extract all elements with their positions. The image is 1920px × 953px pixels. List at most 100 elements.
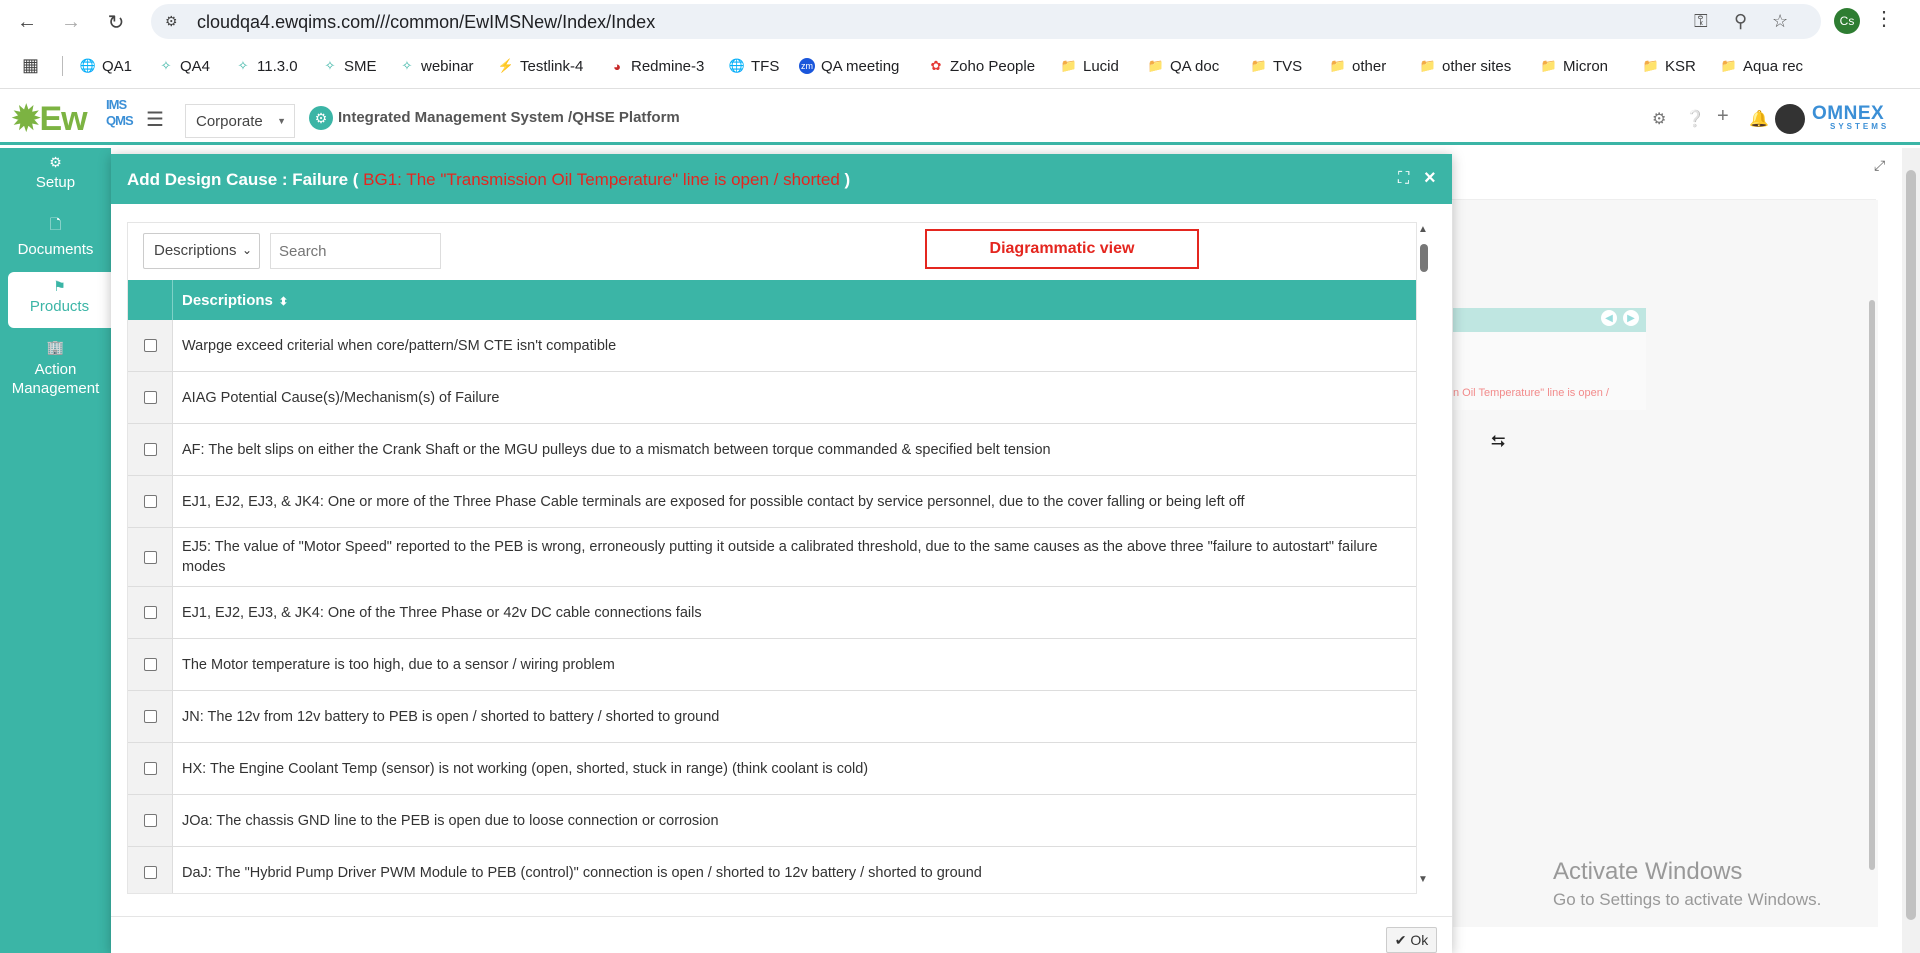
row-checkbox[interactable] [144,551,157,564]
row-checkbox[interactable] [144,339,157,352]
hamburger-menu-icon[interactable]: ☰ [146,107,164,132]
bookmark-item[interactable]: ✧ SME [322,56,377,76]
building-icon: 🏢 [46,339,65,355]
bookmark-item[interactable]: 🌐 QA1 [80,56,132,76]
bookmarks-bar: ▦ 🌐 QA1 ✧ QA4 ✧ 11.3.0 ✧ SME ✧ webinar ⚡ Testl… [0,43,1920,89]
scrollbar-thumb[interactable] [1869,300,1875,870]
row-checkbox[interactable] [144,606,157,619]
collapse-icon[interactable]: ⤢ [1874,157,1885,174]
browser-toolbar: ← → ↻ ⚙ cloudqa4.ewqims.com///common/EwI… [0,0,1920,43]
products-icon: ⚑ [53,278,66,294]
table-row[interactable]: The Motor temperature is too high, due t… [128,639,1416,691]
sidebar-item-setup[interactable]: ⚙ Setup [0,154,111,191]
row-checkbox[interactable] [144,814,157,827]
bookmark-item[interactable]: zm QA meeting [799,56,899,76]
diagrammatic-view-button[interactable]: Diagrammatic view [925,229,1199,269]
table-row[interactable]: AF: The belt slips on either the Crank S… [128,424,1416,476]
table-row[interactable]: Warpge exceed criterial when core/patter… [128,320,1416,372]
row-checkbox[interactable] [144,391,157,404]
descriptions-column-header[interactable]: Descriptions ⬍ [182,292,288,309]
bookmark-item[interactable]: ⚡ Testlink-4 [498,56,583,76]
bookmark-folder[interactable]: 📁 Aqua rec [1721,56,1803,76]
bookmark-folder[interactable]: 📁 KSR [1643,56,1696,76]
table-row[interactable]: EJ1, EJ2, EJ3, & JK4: One of the Three P… [128,587,1416,639]
expand-icon[interactable]: ⛶ [1398,170,1409,188]
settings-gear-icon[interactable]: ⚙ [1652,109,1666,129]
bookmark-item[interactable]: ✧ QA4 [158,56,210,76]
row-checkbox[interactable] [144,495,157,508]
bookmark-item[interactable]: ✧ webinar [399,56,474,76]
modal-content: Descriptions ⌄ Diagrammatic view Descrip… [127,222,1417,894]
table-row[interactable]: DaJ: The "Hybrid Pump Driver PWM Module … [128,847,1416,893]
check-icon: ✔ [1394,932,1407,948]
bookmark-item[interactable]: 🌐 TFS [729,56,779,76]
ok-button[interactable]: ✔ Ok [1386,927,1437,953]
row-checkbox[interactable] [144,658,157,671]
redmine-icon: ◕ [613,58,621,74]
zoom-icon[interactable]: ⚲ [1734,11,1747,32]
bookmark-folder[interactable]: 📁 other [1330,56,1386,76]
row-checkbox[interactable] [144,762,157,775]
apps-grid-icon[interactable]: ▦ [22,55,39,76]
table-row[interactable]: EJ1, EJ2, EJ3, & JK4: One or more of the… [128,476,1416,528]
browser-menu-icon[interactable]: ⋮ [1874,6,1894,31]
notification-bell-icon[interactable]: 🔔 [1749,109,1769,129]
bookmark-folder[interactable]: 📁 TVS [1251,56,1302,76]
descriptions-table: Descriptions ⬍ Warpge exceed criterial wh… [128,280,1416,893]
password-key-icon[interactable]: ⚿ [1694,11,1708,32]
row-checkbox[interactable] [144,866,157,879]
bookmark-item[interactable]: ✿ Zoho People [928,56,1036,76]
table-row[interactable]: JN: The 12v from 12v battery to PEB is o… [128,691,1416,743]
row-checkbox[interactable] [144,710,157,723]
ew-logo-icon: ✧ [160,58,172,73]
page-scrollbar[interactable] [1902,148,1920,953]
canvas-scrollbar[interactable] [1866,200,1878,910]
filter-select[interactable]: Descriptions ⌄ [143,233,260,269]
row-checkbox[interactable] [144,443,157,456]
ewqims-logo[interactable]: ✹Ew IMS QMS [12,97,134,139]
forward-arrow-icon[interactable]: → [57,8,85,36]
ew-logo-icon: ✧ [324,58,336,73]
bookmark-folder[interactable]: 📁 other sites [1420,56,1511,76]
bookmark-star-icon[interactable]: ☆ [1772,11,1788,32]
globe-icon: 🌐 [79,58,97,73]
sidebar-item-products[interactable]: ⚑ Products [8,272,111,328]
scroll-up-icon[interactable]: ▲ [1418,224,1428,235]
site-select[interactable]: Corporate ▼ [185,104,295,138]
bookmark-item[interactable]: ✧ 11.3.0 [235,56,298,76]
sidebar-item-action-management[interactable]: 🏢 Action Management [0,338,111,398]
user-avatar[interactable] [1775,104,1805,134]
table-scrollbar[interactable]: ▲ ▼ [1416,224,1432,896]
bookmark-folder[interactable]: 📁 QA doc [1148,56,1219,76]
close-icon[interactable]: × [1424,167,1436,190]
back-arrow-icon[interactable]: ← [13,8,41,36]
site-info-icon[interactable]: ⚙ [165,13,181,29]
sort-icon[interactable]: ⬍ [279,296,288,308]
card-prev-icon[interactable]: ◀ [1601,310,1617,326]
bookmark-folder[interactable]: 📁 Lucid [1061,56,1119,76]
folder-icon: 📁 [1642,58,1660,73]
sidebar-item-documents[interactable]: 🗋 Documents [0,214,111,258]
card-next-icon[interactable]: ▶ [1623,310,1639,326]
folder-icon: 📁 [1329,58,1347,73]
address-bar[interactable]: ⚙ cloudqa4.ewqims.com///common/EwIMSNew/… [151,4,1821,39]
url-text[interactable]: cloudqa4.ewqims.com///common/EwIMSNew/In… [197,12,655,33]
table-row[interactable]: EJ5: The value of "Motor Speed" reported… [128,528,1416,587]
omnex-logo: OMNEX SYSTEMS [1812,103,1890,131]
table-header: Descriptions ⬍ [128,280,1416,320]
search-input[interactable] [270,233,441,269]
bookmark-item[interactable]: ◕ Redmine-3 [609,56,704,76]
chevron-down-icon: ⌄ [241,243,252,257]
profile-avatar[interactable]: Cs [1834,8,1860,34]
add-icon[interactable]: + [1717,105,1729,128]
table-row[interactable]: AIAG Potential Cause(s)/Mechanism(s) of … [128,372,1416,424]
platform-gear-icon[interactable]: ⚙ [309,106,333,130]
bookmark-folder[interactable]: 📁 Micron [1541,56,1608,76]
scrollbar-thumb[interactable] [1420,244,1428,272]
scroll-down-icon[interactable]: ▼ [1418,874,1428,885]
help-icon[interactable]: ❔ [1685,109,1705,129]
table-row[interactable]: HX: The Engine Coolant Temp (sensor) is … [128,743,1416,795]
scrollbar-thumb[interactable] [1906,170,1916,920]
reload-icon[interactable]: ↻ [102,8,130,36]
table-row[interactable]: JOa: The chassis GND line to the PEB is … [128,795,1416,847]
